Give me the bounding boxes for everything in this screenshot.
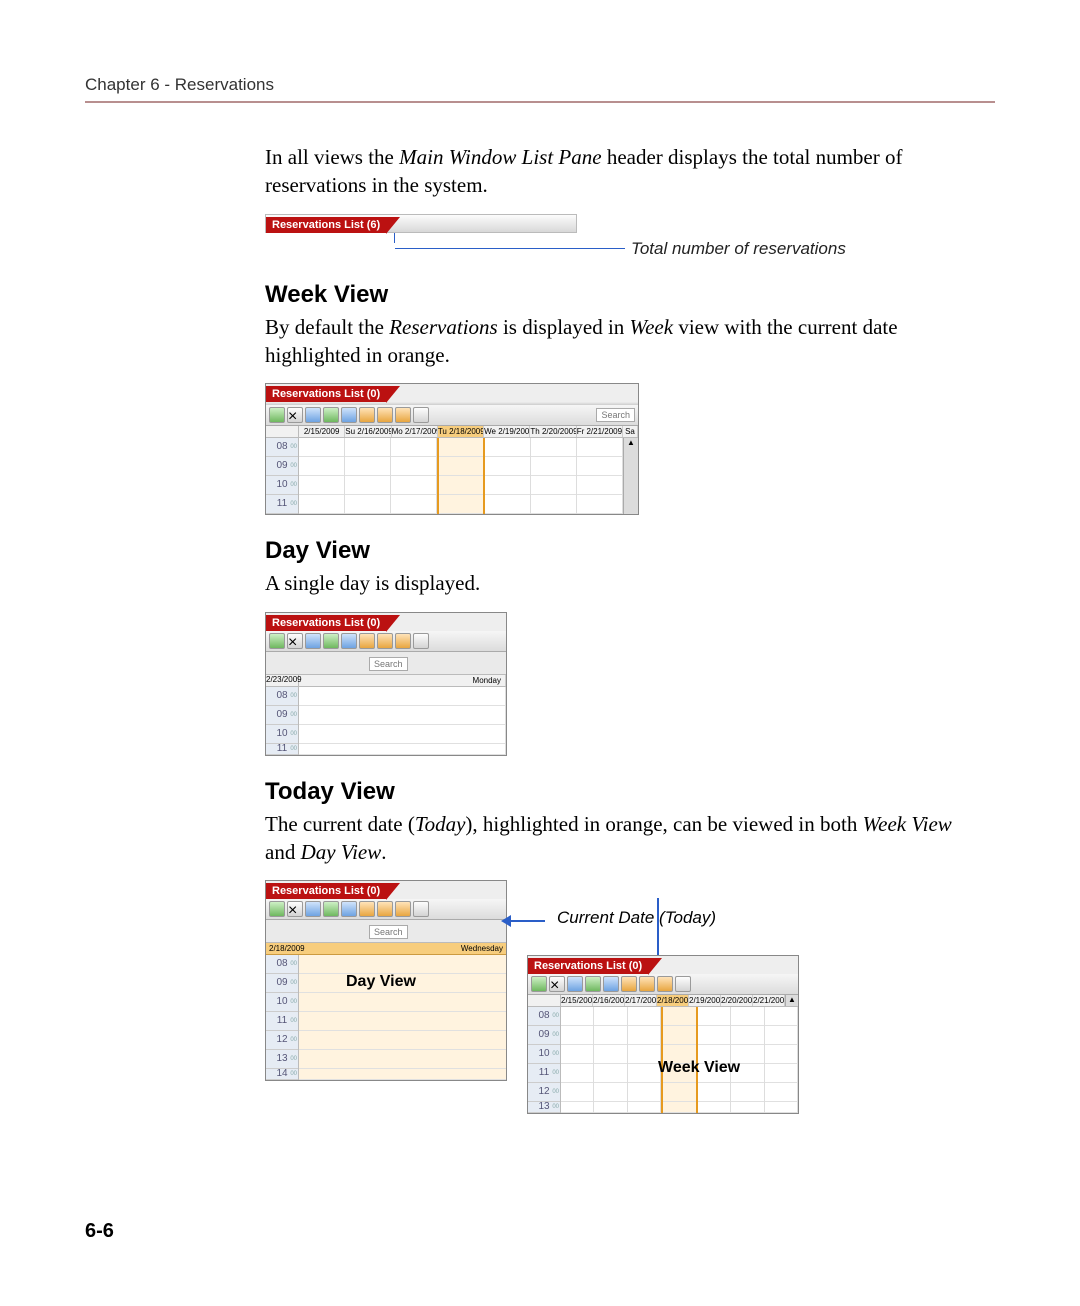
hour-cell: 0800 [266,438,298,457]
today-week-screenshot: Reservations List (0) × 2/15/200 2/16/20… [527,955,799,1114]
refresh-icon[interactable] [413,633,429,649]
page-header: Chapter 6 - Reservations [85,75,995,95]
calendar-toolbar: × Search [266,405,638,426]
refresh-icon[interactable] [413,901,429,917]
list-header-bar: Reservations List (6) [265,214,577,233]
day-date-header: 2/23/2009 [266,675,299,686]
day-view-screenshot: Reservations List (0) × Search 2/23/2009… [265,612,507,756]
prev-icon[interactable] [305,901,321,917]
heading-today-view: Today View [265,778,965,806]
delete-icon[interactable]: × [287,901,303,917]
delete-icon[interactable]: × [287,407,303,423]
time-column: 0800 0900 1000 1100 [266,687,299,755]
day-header: Mo 2/17/2009 [392,426,438,437]
dayview-icon[interactable] [359,633,375,649]
day-title: 2/18/2009 Wednesday [266,943,506,955]
week-header-row: 2/15/2009 Su 2/16/2009 Mo 2/17/2009 Tu 2… [266,426,638,438]
week-view-screenshot: Reservations List (0) × Search 2/15/2009… [265,383,639,515]
calendar-toolbar: × [266,631,506,652]
text: By default the [265,315,389,339]
intro-paragraph: In all views the Main Window List Pane h… [265,143,965,200]
today-icon[interactable] [323,633,339,649]
prev-icon[interactable] [305,407,321,423]
weekview-icon[interactable] [377,901,393,917]
hour-cell: 1100 [266,495,298,514]
new-icon[interactable] [531,976,547,992]
heading-week-view: Week View [265,281,965,309]
dayview-icon[interactable] [359,901,375,917]
next-icon[interactable] [341,633,357,649]
reservations-list-tab: Reservations List (0) [266,615,386,631]
new-icon[interactable] [269,633,285,649]
text: In all views the [265,145,399,169]
refresh-icon[interactable] [413,407,429,423]
arrow-left [505,920,545,922]
weekview-icon[interactable] [639,976,655,992]
day-header: Su 2/16/2009 [345,426,391,437]
text-italic: Reservations [389,315,497,339]
day-header: Fr 2/21/2009 [577,426,623,437]
search-input[interactable]: Search [369,925,408,939]
page-number: 6-6 [85,1220,995,1243]
hour-cell: 1000 [266,476,298,495]
current-date-callout: Current Date (Today) [557,908,716,928]
weekview-icon[interactable] [377,407,393,423]
monthview-icon[interactable] [395,407,411,423]
day-header-today: Tu 2/18/2009 [438,426,484,437]
heading-day-view: Day View [265,537,965,565]
search-input[interactable]: Search [596,408,635,422]
hour-cell: 0900 [266,457,298,476]
delete-icon[interactable]: × [287,633,303,649]
dayview-icon[interactable] [359,407,375,423]
today-view-compound: Reservations List (0) × Search 2/18/2 [265,880,965,1140]
next-icon[interactable] [341,407,357,423]
day-paragraph: A single day is displayed. [265,569,965,597]
week-paragraph: By default the Reservations is displayed… [265,313,965,370]
next-icon[interactable] [603,976,619,992]
reservations-list-tab: Reservations List (0) [266,386,386,402]
monthview-icon[interactable] [395,633,411,649]
today-icon[interactable] [323,901,339,917]
delete-icon[interactable]: × [549,976,565,992]
text: is displayed in [498,315,630,339]
callout-label: Total number of reservations [631,239,846,259]
scrollbar[interactable]: ▲ [623,438,638,514]
next-icon[interactable] [341,901,357,917]
monthview-icon[interactable] [395,901,411,917]
today-paragraph: The current date (Today), highlighted in… [265,810,965,867]
refresh-icon[interactable] [675,976,691,992]
time-column: 0800 0900 1000 1100 [266,438,299,514]
today-icon[interactable] [323,407,339,423]
text-italic: Week [630,315,674,339]
reservations-list-tab: Reservations List (6) [266,217,386,233]
monthview-icon[interactable] [657,976,673,992]
callout-line [395,248,625,249]
prev-icon[interactable] [305,633,321,649]
new-icon[interactable] [269,407,285,423]
day-header: Th 2/20/2009 [530,426,576,437]
reservations-list-tab: Reservations List (0) [528,958,648,974]
today-icon[interactable] [585,976,601,992]
new-icon[interactable] [269,901,285,917]
day-header: Sa [623,426,638,437]
day-header: 2/15/2009 [299,426,345,437]
search-input[interactable]: Search [369,657,408,671]
reservations-list-tab: Reservations List (0) [266,883,386,899]
dayview-icon[interactable] [621,976,637,992]
today-day-screenshot: Reservations List (0) × Search 2/18/2 [265,880,507,1081]
day-view-overlay-label: Day View [346,973,416,991]
prev-icon[interactable] [567,976,583,992]
day-header: We 2/19/2009 [484,426,530,437]
callout-connector [394,233,395,243]
text-italic: Main Window List Pane [399,145,601,169]
header-rule [85,101,995,103]
day-name-header: Monday [299,675,506,686]
week-view-overlay-label: Week View [658,1059,740,1077]
weekview-icon[interactable] [377,633,393,649]
